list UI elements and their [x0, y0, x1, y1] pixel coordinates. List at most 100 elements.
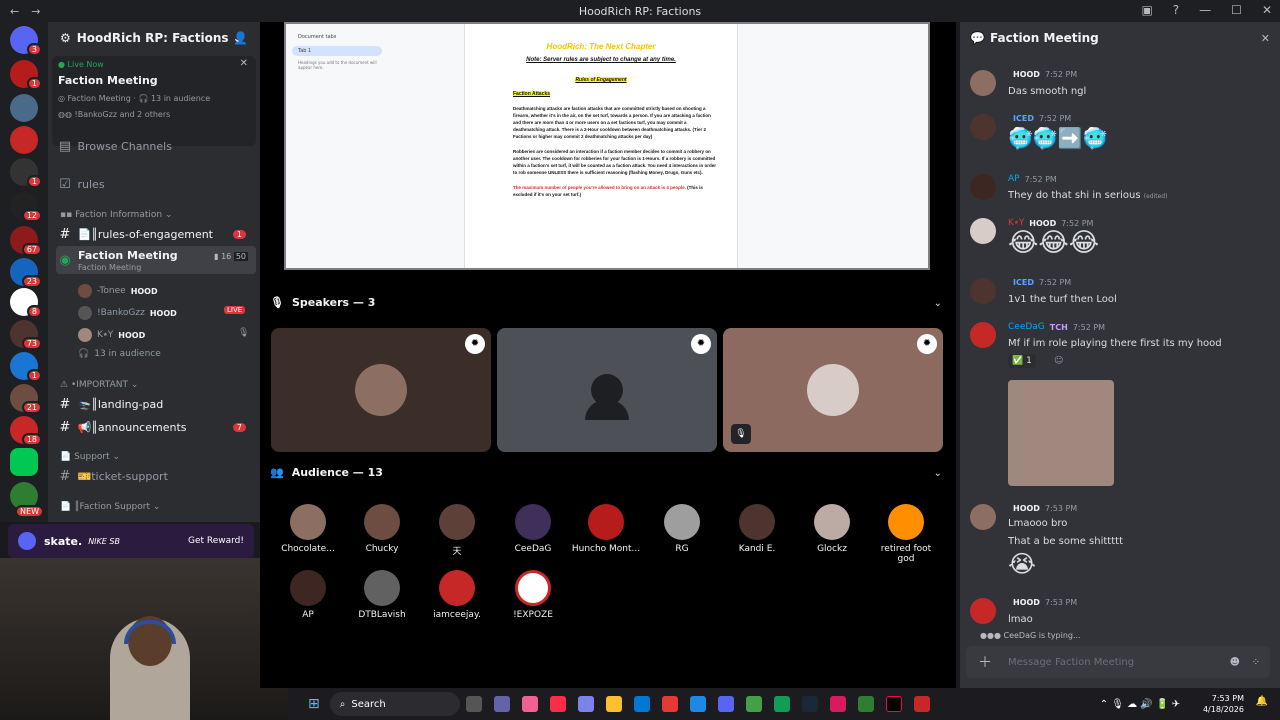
hash-icon: #: [59, 226, 71, 242]
discord-icon[interactable]: [717, 696, 734, 712]
audience-member[interactable]: DTBLavish: [347, 570, 417, 620]
message-input[interactable]: ＋ Message Faction Meeting ☻ ⁘: [966, 646, 1270, 678]
server-header[interactable]: ⚙ HoodRich RP: Factions ⌄ 👤: [48, 22, 260, 54]
audience-member[interactable]: RG: [647, 504, 717, 554]
channel-announcements[interactable]: # 📢 ║announcements 7: [56, 417, 256, 437]
screen-share-document[interactable]: Document tabs Tab 1 Headings you add to …: [284, 22, 930, 270]
server-icon[interactable]: 8: [10, 288, 42, 318]
speaker-badge-icon: ✹: [465, 334, 485, 354]
taskbar-clock[interactable]: 7:53 PM 4/18/2026: [1203, 693, 1244, 715]
emoji-icon[interactable]: ☻: [1230, 657, 1240, 668]
teams-icon[interactable]: [577, 696, 594, 712]
audience-member[interactable]: AP: [273, 570, 343, 620]
muted-mic-icon: 🎙: [731, 424, 751, 444]
add-attachment-icon[interactable]: ＋: [978, 652, 992, 672]
avatar: [970, 174, 996, 200]
live-now-card[interactable]: ● Live Now ✕ Faction Meeting ◎ Faction M…: [52, 56, 256, 146]
maximize-button[interactable]: ☐: [1231, 3, 1242, 17]
stage-member[interactable]: -Tonee HOOD: [78, 284, 158, 298]
inbox-icon[interactable]: ▣: [1141, 3, 1152, 17]
server-icon[interactable]: 1: [10, 352, 42, 382]
category-important[interactable]: ⚠ •IMPORTANT ⌄: [60, 380, 138, 390]
app-icon[interactable]: [857, 696, 874, 712]
audience-member[interactable]: CeeDaG: [498, 504, 568, 554]
hash-icon: #: [59, 419, 71, 435]
app-icon[interactable]: [689, 696, 706, 712]
document-tabs: Document tabs Tab 1 Headings you add to …: [292, 26, 382, 70]
taskbar-search[interactable]: ⌕ Search: [329, 692, 460, 716]
server-icon[interactable]: 1: [10, 158, 42, 188]
server-icon[interactable]: NEW: [10, 482, 44, 518]
promo-banner[interactable]: skate. NIKE SB Get Reward!: [8, 524, 254, 558]
category-support[interactable]: 📄 Support ⌄: [60, 452, 120, 462]
discord-home-icon[interactable]: 3: [10, 26, 42, 56]
server-icon[interactable]: 18: [10, 416, 42, 446]
channel-rules[interactable]: ☑ rules: [56, 174, 256, 194]
add-member-icon[interactable]: 👤: [233, 31, 248, 45]
audience-member[interactable]: Glockz: [797, 504, 867, 554]
get-reward-button[interactable]: Get Reward!: [188, 536, 244, 546]
kick-server-icon[interactable]: [10, 448, 38, 476]
close-icon[interactable]: ✕: [240, 58, 248, 69]
audience-member[interactable]: Chucky: [347, 504, 417, 554]
store-icon[interactable]: [633, 696, 650, 712]
channel-rules-of-engagement[interactable]: # 📄 ║rules-of-engagement 1: [56, 224, 256, 244]
add-reaction-icon[interactable]: ☺: [1054, 356, 1063, 366]
audience-member[interactable]: Huncho Mont...: [571, 504, 641, 554]
music-icon[interactable]: [549, 696, 566, 712]
system-tray-icons[interactable]: ⌃ 🎙 ☁ 🔊 🔋 ✈: [1100, 699, 1180, 710]
speaker-avatar: [807, 364, 859, 416]
copilot-icon[interactable]: [521, 696, 538, 712]
teams-icon[interactable]: [493, 696, 510, 712]
audience-count[interactable]: 🎧 13 in audience: [78, 349, 161, 359]
speaker-tile[interactable]: ✹: [497, 328, 717, 452]
app-icon[interactable]: [661, 696, 678, 712]
server-icon[interactable]: 21: [10, 384, 42, 414]
obs-icon[interactable]: [913, 696, 930, 712]
audience-member[interactable]: retired foot god: [871, 504, 941, 564]
start-icon[interactable]: ⊞: [308, 696, 320, 712]
server-icon[interactable]: 12: [10, 192, 42, 222]
audience-member[interactable]: Chocolate...: [273, 504, 343, 554]
reaction-chip[interactable]: ✅ 1: [1008, 354, 1036, 368]
server-icon[interactable]: 23: [10, 258, 42, 288]
stage-counts: ▮ 16 50: [214, 252, 248, 261]
close-window-button[interactable]: ✕: [1262, 3, 1272, 17]
audience-member[interactable]: 天: [422, 504, 492, 557]
collapse-audience-icon[interactable]: ⌄: [934, 468, 942, 479]
channel-landing-pad[interactable]: # 🛬 ║landing-pad: [56, 394, 256, 414]
app-icon[interactable]: [745, 696, 762, 712]
audience-member[interactable]: iamceejay.: [422, 570, 492, 620]
stage-member[interactable]: K⭑Y HOOD: [78, 328, 146, 342]
file-explorer-icon[interactable]: [605, 696, 622, 712]
server-icon[interactable]: 67: [10, 226, 42, 256]
category-faction-support[interactable]: 📄 ║Faction Support ⌄: [60, 502, 160, 512]
close-chat-icon[interactable]: ✕: [1261, 32, 1270, 45]
message-image[interactable]: [1008, 380, 1114, 486]
channel-ticket-support[interactable]: # 🎫 ticket-support: [56, 466, 256, 486]
apps-icon[interactable]: ⁘: [1252, 657, 1260, 668]
server-icon[interactable]: [10, 94, 38, 122]
browse-icon: ▤: [58, 138, 72, 154]
steam-icon[interactable]: [801, 696, 818, 712]
stage-faction-meeting[interactable]: ◉ Faction Meeting Faction Meeting ▮ 16 5…: [56, 246, 256, 274]
stage-member[interactable]: !BankoGzz HOOD: [78, 306, 177, 320]
audience-member[interactable]: !EXPOZE: [498, 570, 568, 620]
speaker-tile[interactable]: ✹ 🎙: [723, 328, 943, 452]
audience-member[interactable]: Kandi E.: [722, 504, 792, 554]
task-view-icon[interactable]: [465, 696, 482, 712]
tiktok-icon[interactable]: [885, 696, 902, 712]
live-now-label: ● Live Now: [58, 60, 104, 69]
browse-channels[interactable]: ▤ Browse Channels: [56, 136, 256, 156]
minimize-button[interactable]: —: [1199, 3, 1211, 17]
server-icon[interactable]: 73: [10, 320, 42, 350]
category-faction-information[interactable]: ▪▪ Faction Information ⌄: [60, 210, 172, 220]
help-icon[interactable]: ?: [1173, 3, 1179, 17]
collapse-speakers-icon[interactable]: ⌄: [934, 298, 942, 309]
speaker-tile[interactable]: ✹: [271, 328, 491, 452]
app-icon[interactable]: [829, 696, 846, 712]
edge-icon[interactable]: [773, 696, 790, 712]
server-icon[interactable]: [10, 126, 38, 154]
notifications-icon[interactable]: 🔔: [1256, 696, 1268, 707]
server-icon[interactable]: 1: [10, 60, 42, 90]
